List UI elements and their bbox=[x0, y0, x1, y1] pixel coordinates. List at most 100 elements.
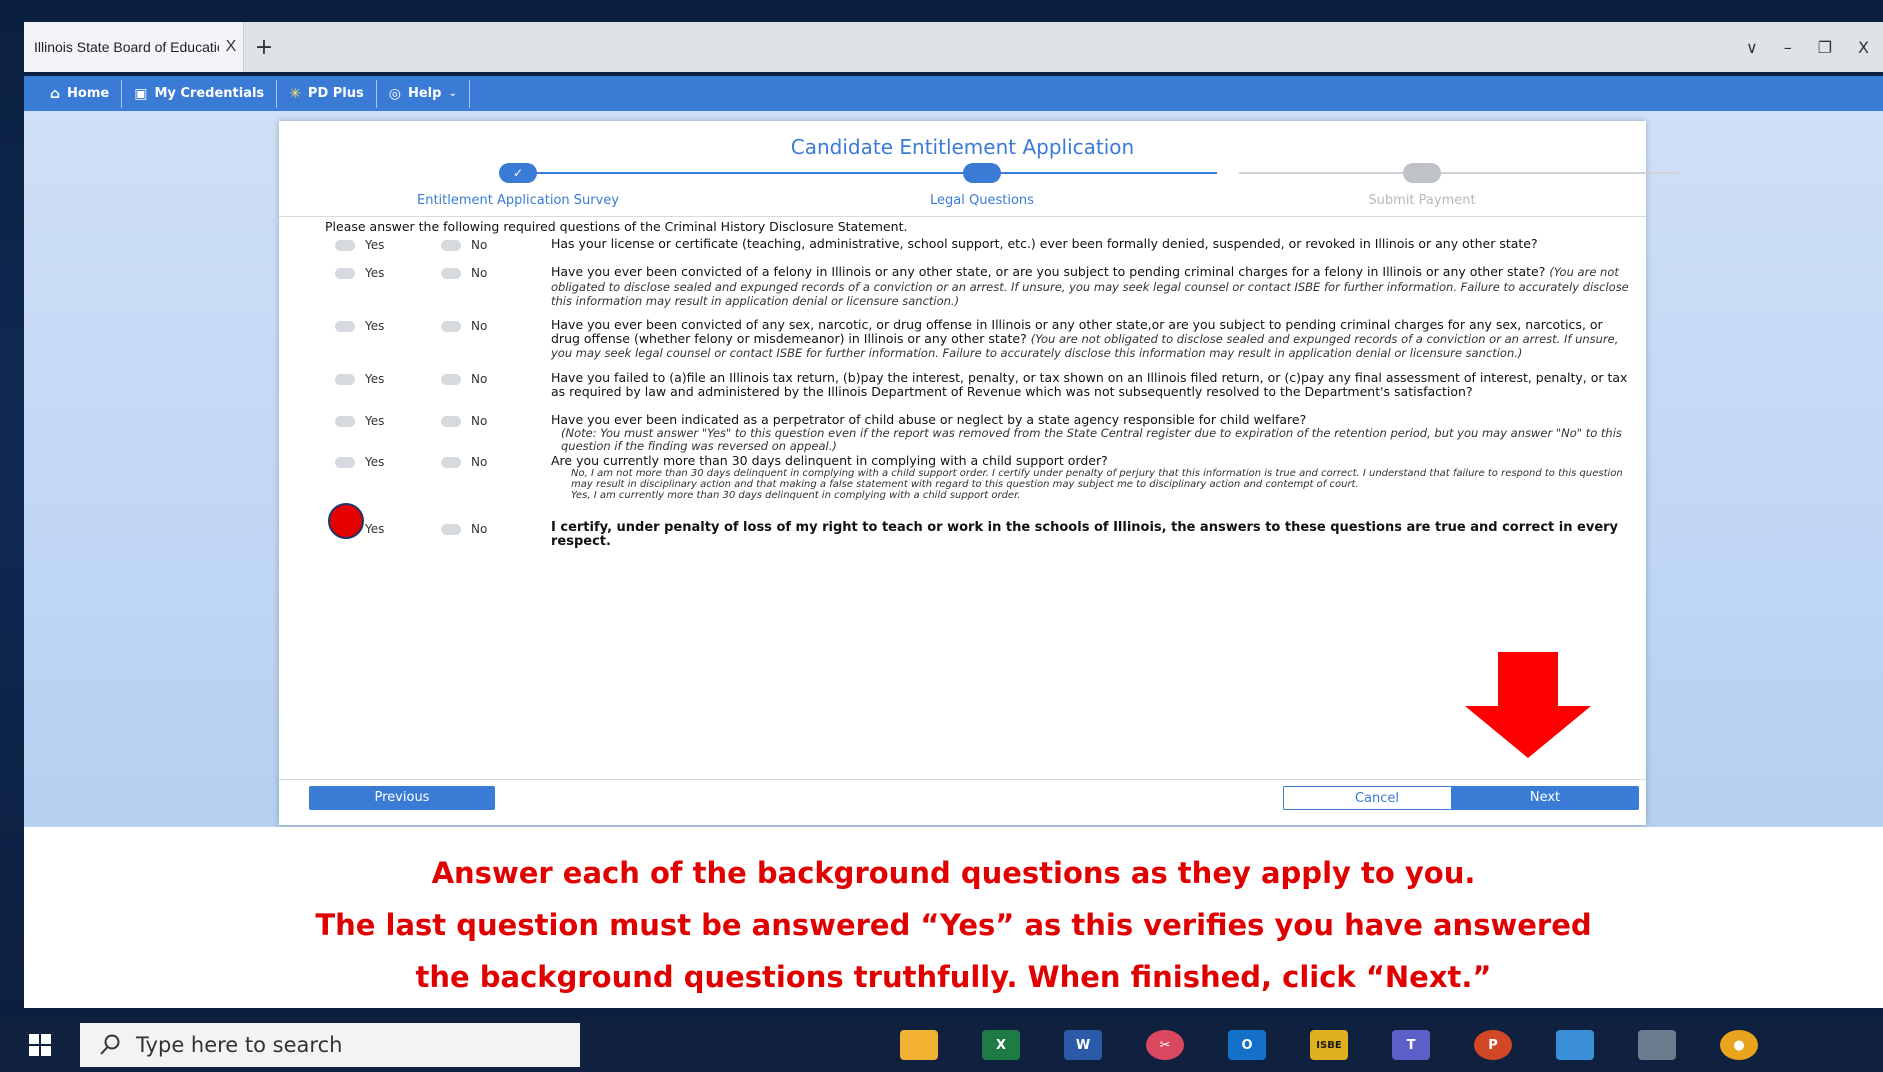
application-card: Candidate Entitlement Application ✓ Enti… bbox=[279, 121, 1679, 825]
radio-yes[interactable] bbox=[335, 456, 355, 468]
taskbar-apps: X W ✂ O ISBE T P ● bbox=[900, 1030, 1758, 1060]
no-option[interactable]: No bbox=[441, 454, 551, 470]
question-row-6: Yes No Are you currently more than 30 da… bbox=[335, 454, 1635, 501]
progress-stepper: ✓ Entitlement Application Survey Legal Q… bbox=[279, 163, 1679, 213]
radio-yes[interactable] bbox=[335, 373, 355, 385]
instruction-line-3: the background questions truthfully. Whe… bbox=[415, 960, 1492, 994]
taskbar-search-box[interactable]: Type here to search bbox=[80, 1023, 580, 1067]
chevron-down-icon[interactable]: ∨ bbox=[1746, 38, 1758, 57]
step-label-legal: Legal Questions bbox=[930, 193, 1034, 208]
no-option[interactable]: No bbox=[441, 371, 551, 387]
radio-yes[interactable] bbox=[335, 320, 355, 332]
yes-label: Yes bbox=[365, 266, 385, 280]
search-placeholder: Type here to search bbox=[136, 1033, 343, 1057]
previous-button[interactable]: Previous bbox=[309, 786, 495, 810]
restore-icon[interactable]: ❐ bbox=[1818, 38, 1832, 57]
nav-item-home[interactable]: ⌂ Home bbox=[38, 79, 123, 108]
nav-label: Help bbox=[407, 86, 442, 101]
radio-yes[interactable] bbox=[335, 267, 355, 279]
radio-no[interactable] bbox=[441, 523, 461, 535]
chrome-icon[interactable]: ● bbox=[1720, 1030, 1758, 1060]
yes-label: Yes bbox=[365, 522, 385, 536]
nav-item-pd-plus[interactable]: ✳ PD Plus bbox=[277, 79, 377, 108]
browser-tab[interactable]: Illinois State Board of Education X bbox=[24, 22, 244, 72]
snipping-tool-icon[interactable]: ✂ bbox=[1146, 1030, 1184, 1060]
no-option[interactable]: No bbox=[441, 521, 551, 537]
question-main: Have you ever been indicated as a perpet… bbox=[551, 412, 1307, 427]
start-button[interactable] bbox=[0, 1034, 80, 1056]
no-label: No bbox=[471, 238, 488, 252]
nav-item-help[interactable]: ◎ Help ⌄ bbox=[377, 79, 470, 108]
remote-desktop-icon[interactable] bbox=[1556, 1030, 1594, 1060]
yes-option[interactable]: Yes bbox=[335, 454, 441, 470]
outlook-icon[interactable]: O bbox=[1228, 1030, 1266, 1060]
file-explorer-icon[interactable] bbox=[900, 1030, 938, 1060]
yes-label: Yes bbox=[365, 455, 385, 469]
yes-option[interactable]: Yes bbox=[335, 265, 441, 281]
no-label: No bbox=[471, 414, 488, 428]
no-option[interactable]: No bbox=[441, 413, 551, 429]
page-title: Candidate Entitlement Application bbox=[790, 135, 1135, 159]
app-nav-bar: ⌂ Home ▣ My Credentials ✳ PD Plus ◎ Help… bbox=[24, 76, 1883, 111]
stepper-line-complete bbox=[517, 172, 1217, 174]
nav-item-my-credentials[interactable]: ▣ My Credentials bbox=[122, 79, 278, 108]
no-option[interactable]: No bbox=[441, 265, 551, 281]
yes-option[interactable]: Yes bbox=[335, 318, 441, 334]
no-option[interactable]: No bbox=[441, 318, 551, 334]
question-text: Have you failed to (a)file an Illinois t… bbox=[551, 370, 1628, 399]
instruction-line-1: Answer each of the background questions … bbox=[431, 856, 1476, 890]
radio-no[interactable] bbox=[441, 239, 461, 251]
radio-yes[interactable] bbox=[335, 415, 355, 427]
question-text: Have you ever been indicated as a perpet… bbox=[551, 413, 1635, 454]
radio-no[interactable] bbox=[441, 320, 461, 332]
nav-label: Home bbox=[67, 86, 110, 101]
question-main: Have you ever been convicted of a felony… bbox=[551, 264, 1546, 279]
yes-option[interactable]: Yes bbox=[335, 237, 441, 253]
isbe-icon[interactable]: ISBE bbox=[1310, 1030, 1348, 1060]
step-label-survey: Entitlement Application Survey bbox=[417, 193, 619, 208]
yes-option[interactable]: Yes bbox=[335, 371, 441, 387]
question-row-4: Yes No Have you failed to (a)file an Ill… bbox=[335, 371, 1635, 398]
yes-option[interactable]: Yes bbox=[335, 413, 441, 429]
radio-no[interactable] bbox=[441, 456, 461, 468]
question-row-3: Yes No Have you ever been convicted of a… bbox=[335, 318, 1635, 361]
step-complete-check-icon: ✓ bbox=[499, 163, 537, 183]
minimize-icon[interactable]: – bbox=[1784, 38, 1792, 57]
window-controls: ∨ – ❐ X bbox=[1746, 22, 1869, 72]
pd-plus-icon: ✳ bbox=[289, 85, 301, 102]
powerpoint-icon[interactable]: P bbox=[1474, 1030, 1512, 1060]
cancel-button[interactable]: Cancel bbox=[1283, 786, 1471, 810]
tab-close-icon[interactable]: X bbox=[219, 38, 243, 56]
calculator-icon[interactable] bbox=[1638, 1030, 1676, 1060]
no-label: No bbox=[471, 266, 488, 280]
yes-label: Yes bbox=[365, 238, 385, 252]
word-icon[interactable]: W bbox=[1064, 1030, 1102, 1060]
step-pending-dot bbox=[1403, 163, 1441, 183]
question-main: Are you currently more than 30 days deli… bbox=[551, 453, 1108, 468]
down-arrow-icon bbox=[1465, 652, 1591, 758]
next-button[interactable]: Next bbox=[1451, 786, 1639, 810]
excel-icon[interactable]: X bbox=[982, 1030, 1020, 1060]
question-text: Have you ever been convicted of a felony… bbox=[551, 265, 1635, 309]
windows-logo-icon bbox=[29, 1034, 51, 1056]
radio-yes[interactable] bbox=[335, 239, 355, 251]
close-window-icon[interactable]: X bbox=[1858, 38, 1869, 57]
no-option[interactable]: No bbox=[441, 237, 551, 253]
instructions-text: Please answer the following required que… bbox=[325, 219, 908, 234]
question-text: Are you currently more than 30 days deli… bbox=[551, 454, 1635, 501]
question-text: Has your license or certificate (teachin… bbox=[551, 236, 1538, 251]
new-tab-button[interactable]: + bbox=[244, 35, 284, 60]
divider bbox=[279, 779, 1646, 780]
no-label: No bbox=[471, 319, 488, 333]
teams-icon[interactable]: T bbox=[1392, 1030, 1430, 1060]
page-area: Candidate Entitlement Application ✓ Enti… bbox=[24, 111, 1883, 827]
radio-no[interactable] bbox=[441, 415, 461, 427]
chevron-down-icon: ⌄ bbox=[448, 88, 457, 99]
highlighted-yes-radio[interactable] bbox=[328, 503, 364, 539]
no-label: No bbox=[471, 522, 488, 536]
question-note: (Note: You must answer "Yes" to this que… bbox=[561, 425, 1622, 453]
radio-no[interactable] bbox=[441, 267, 461, 279]
radio-no[interactable] bbox=[441, 373, 461, 385]
help-icon: ◎ bbox=[388, 85, 401, 102]
home-icon: ⌂ bbox=[50, 85, 61, 102]
